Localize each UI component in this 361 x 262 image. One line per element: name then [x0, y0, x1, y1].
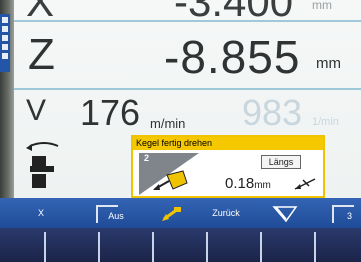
- axis-z-unit: mm: [316, 55, 341, 72]
- back-button[interactable]: Zurück: [204, 198, 248, 228]
- feed-direction-icon: [294, 178, 316, 190]
- cycle-panel: Kegel fertig drehen 2 Längs 0.18mm: [131, 135, 325, 198]
- cycle-step: 2: [144, 153, 150, 163]
- display: X -3.400 mm Z -8.855 mm V 176 m/min 983 …: [14, 0, 361, 198]
- axis-x-value: -3.400: [174, 0, 294, 25]
- softkey-bar: X Aus Zurück 3: [0, 198, 361, 228]
- softkey-aus-label: Aus: [108, 211, 124, 221]
- softkey-page-3[interactable]: 3: [332, 198, 361, 228]
- feed-display: 0.18mm: [225, 175, 271, 192]
- cycle-title: Kegel fertig drehen: [133, 137, 323, 150]
- divider: [14, 88, 361, 90]
- back-button-label: Zurück: [212, 208, 240, 218]
- axis-x-label: X: [26, 0, 55, 25]
- softkey-x-label: X: [37, 208, 44, 218]
- feed-unit: mm: [254, 180, 271, 191]
- divider: [14, 20, 361, 22]
- feed-value: 0.18: [225, 175, 255, 192]
- axis-z-value: -8.855: [164, 31, 301, 83]
- chuck-rotation-icon: [26, 142, 59, 188]
- softkey-page-label: 3: [346, 211, 352, 221]
- tool-arrow-icon[interactable]: [160, 205, 184, 223]
- mode-button[interactable]: Längs: [261, 155, 301, 169]
- spindle-rpm-value: 983: [242, 92, 303, 133]
- speed-value: 176: [80, 92, 141, 133]
- axis-z-label: Z: [28, 30, 55, 79]
- spindle-rpm-unit: 1/min: [312, 116, 339, 128]
- feed-rate-icon[interactable]: [272, 205, 298, 223]
- side-key-strip[interactable]: [0, 14, 10, 72]
- speed-label: V: [26, 94, 47, 127]
- speed-unit: m/min: [150, 116, 186, 131]
- softkey-x[interactable]: X: [26, 198, 56, 228]
- axis-x-unit: mm: [312, 0, 332, 12]
- softkey-aus[interactable]: Aus: [92, 198, 132, 228]
- bottom-keypad-strip: [0, 228, 361, 262]
